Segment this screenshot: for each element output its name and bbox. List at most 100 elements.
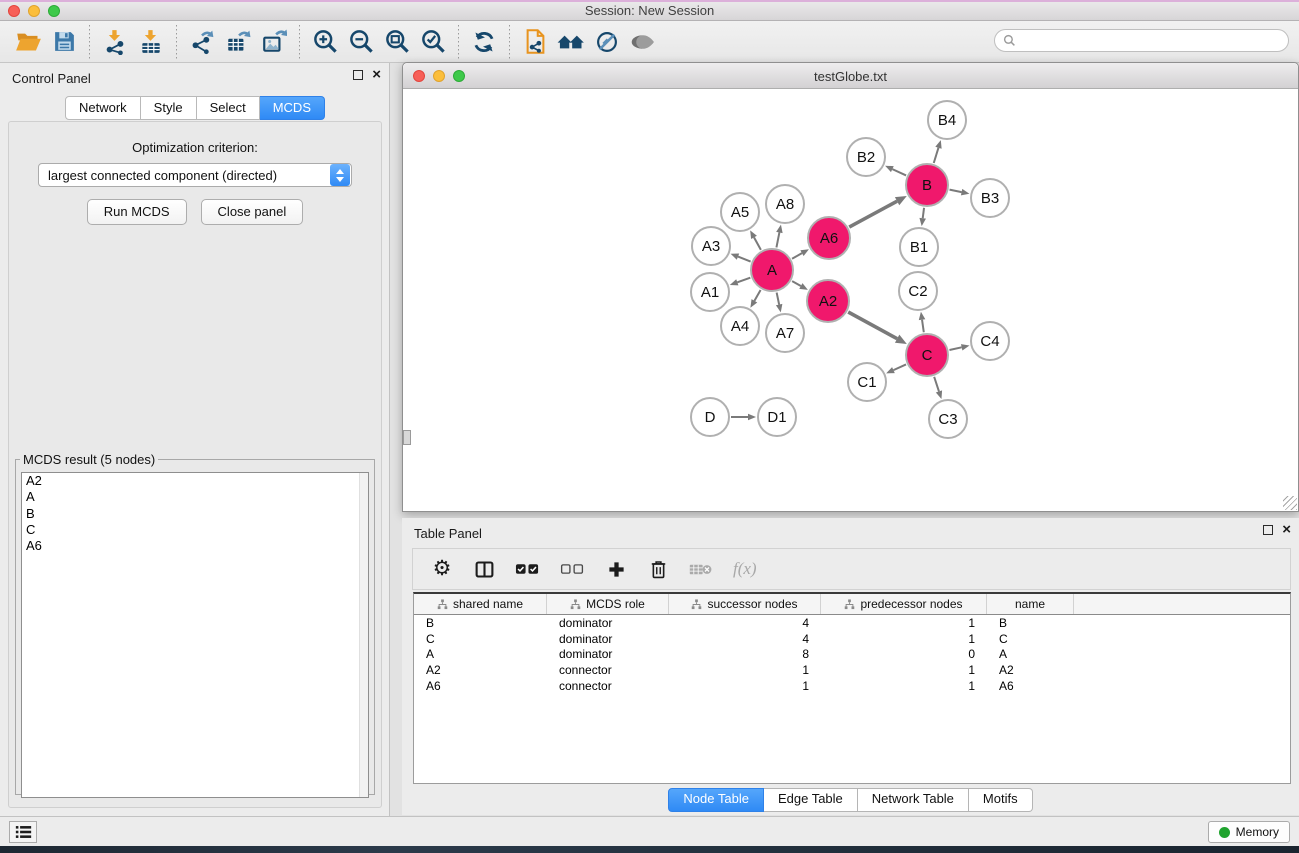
graph-node-B2[interactable]: B2	[847, 138, 885, 176]
table-close-icon[interactable]: ×	[1282, 525, 1291, 535]
cell-name[interactable]: A2	[987, 663, 1074, 677]
tab-network-table[interactable]: Network Table	[858, 788, 969, 812]
edge-A-A3[interactable]	[738, 257, 751, 262]
tab-select[interactable]: Select	[197, 96, 260, 120]
export-network-button[interactable]	[184, 25, 220, 59]
graph-node-C2[interactable]: C2	[899, 272, 937, 310]
graph-node-B3[interactable]: B3	[971, 179, 1009, 217]
tab-style[interactable]: Style	[141, 96, 197, 120]
birdseye-handle[interactable]	[403, 430, 411, 445]
edge-A-A7[interactable]	[777, 293, 779, 305]
edge-A-A1[interactable]	[737, 278, 750, 283]
add-column-button[interactable]	[605, 556, 627, 582]
tab-network[interactable]: Network	[65, 96, 141, 120]
cell-MCDS-role[interactable]: connector	[547, 679, 669, 693]
table-row[interactable]: Adominator80A	[414, 647, 1290, 663]
import-network-button[interactable]	[97, 25, 133, 59]
edge-A-A8[interactable]	[776, 232, 779, 247]
graph-node-A2[interactable]: A2	[807, 280, 849, 322]
graph-node-C4[interactable]: C4	[971, 322, 1009, 360]
result-scrollbar-track[interactable]	[359, 473, 368, 797]
edge-A-A4[interactable]	[754, 290, 760, 301]
show-eye-button[interactable]	[625, 25, 661, 59]
graph-node-A8[interactable]: A8	[766, 185, 804, 223]
edge-B-B3[interactable]	[950, 190, 962, 192]
network-canvas[interactable]: AA1A2A3A4A5A6A7A8BB1B2B3B4CC1C2C3C4DD1	[403, 89, 1298, 511]
deselect-all-button[interactable]	[560, 556, 585, 582]
graph-node-D[interactable]: D	[691, 398, 729, 436]
network-window-titlebar[interactable]: testGlobe.txt	[403, 63, 1298, 89]
cell-shared-name[interactable]: A	[414, 647, 547, 661]
mcds-result-list[interactable]: A2ABCA6	[21, 472, 369, 798]
column-header-name[interactable]: name	[987, 594, 1074, 614]
graph-node-C1[interactable]: C1	[848, 363, 886, 401]
cell-shared-name[interactable]: A2	[414, 663, 547, 677]
column-header-MCDS-role[interactable]: MCDS role	[547, 594, 669, 614]
graph-node-A1[interactable]: A1	[691, 273, 729, 311]
graph-node-B[interactable]: B	[906, 164, 948, 206]
tab-node-table[interactable]: Node Table	[668, 788, 764, 812]
hide-graphics-button[interactable]	[589, 25, 625, 59]
cell-shared-name[interactable]: C	[414, 632, 547, 646]
cell-predecessor-nodes[interactable]: 1	[821, 679, 987, 693]
refresh-button[interactable]	[466, 25, 502, 59]
mcds-result-item[interactable]: A2	[22, 473, 368, 489]
graph-node-C[interactable]: C	[906, 334, 948, 376]
edge-A-A2[interactable]	[792, 281, 801, 286]
tab-motifs[interactable]: Motifs	[969, 788, 1033, 812]
mcds-result-item[interactable]: C	[22, 522, 368, 538]
table-settings-button[interactable]: ⚙	[431, 556, 453, 582]
edge-A-A6[interactable]	[792, 253, 802, 259]
column-header-successor-nodes[interactable]: successor nodes	[669, 594, 821, 614]
graph-node-A[interactable]: A	[751, 249, 793, 291]
cell-successor-nodes[interactable]: 1	[669, 663, 821, 677]
edge-A-A5[interactable]	[754, 237, 761, 249]
cell-shared-name[interactable]: B	[414, 616, 547, 630]
cell-MCDS-role[interactable]: connector	[547, 663, 669, 677]
column-header-shared-name[interactable]: shared name	[414, 594, 547, 614]
graph-node-B1[interactable]: B1	[900, 228, 938, 266]
edge-C-C3[interactable]	[934, 377, 939, 392]
table-row[interactable]: A2connector11A2	[414, 662, 1290, 678]
cell-predecessor-nodes[interactable]: 0	[821, 647, 987, 661]
close-panel-icon[interactable]: ×	[372, 70, 381, 80]
export-image-button[interactable]	[256, 25, 292, 59]
cell-successor-nodes[interactable]: 4	[669, 632, 821, 646]
edge-A2-C[interactable]	[848, 312, 897, 339]
cell-successor-nodes[interactable]: 8	[669, 647, 821, 661]
cell-name[interactable]: A	[987, 647, 1074, 661]
cell-name[interactable]: C	[987, 632, 1074, 646]
cell-name[interactable]: B	[987, 616, 1074, 630]
graph-node-C3[interactable]: C3	[929, 400, 967, 438]
column-header-predecessor-nodes[interactable]: predecessor nodes	[821, 594, 987, 614]
table-row[interactable]: Cdominator41C	[414, 631, 1290, 647]
export-table-button[interactable]	[220, 25, 256, 59]
import-table-button[interactable]	[133, 25, 169, 59]
graph-node-A7[interactable]: A7	[766, 314, 804, 352]
edge-B-B4[interactable]	[934, 148, 939, 163]
table-float-icon[interactable]	[1263, 525, 1273, 535]
cell-predecessor-nodes[interactable]: 1	[821, 632, 987, 646]
tab-edge-table[interactable]: Edge Table	[764, 788, 858, 812]
home-button[interactable]	[553, 25, 589, 59]
graph-node-A3[interactable]: A3	[692, 227, 730, 265]
cell-predecessor-nodes[interactable]: 1	[821, 616, 987, 630]
tab-mcds[interactable]: MCDS	[260, 96, 325, 120]
graph-node-D1[interactable]: D1	[758, 398, 796, 436]
edge-A6-B[interactable]	[849, 201, 897, 227]
network-document-button[interactable]	[517, 25, 553, 59]
zoom-out-button[interactable]	[343, 25, 379, 59]
delete-column-button[interactable]	[647, 556, 669, 582]
select-all-button[interactable]	[515, 556, 540, 582]
function-builder-button[interactable]: f(x)	[733, 556, 757, 582]
save-session-button[interactable]	[46, 25, 82, 59]
delete-table-button[interactable]	[689, 556, 713, 582]
search-input[interactable]	[1022, 34, 1280, 48]
cell-MCDS-role[interactable]: dominator	[547, 632, 669, 646]
cell-successor-nodes[interactable]: 1	[669, 679, 821, 693]
graph-node-B4[interactable]: B4	[928, 101, 966, 139]
zoom-selected-button[interactable]	[415, 25, 451, 59]
table-row[interactable]: A6connector11A6	[414, 678, 1290, 694]
graph-node-A6[interactable]: A6	[808, 217, 850, 259]
edge-B-B1[interactable]	[923, 208, 924, 218]
